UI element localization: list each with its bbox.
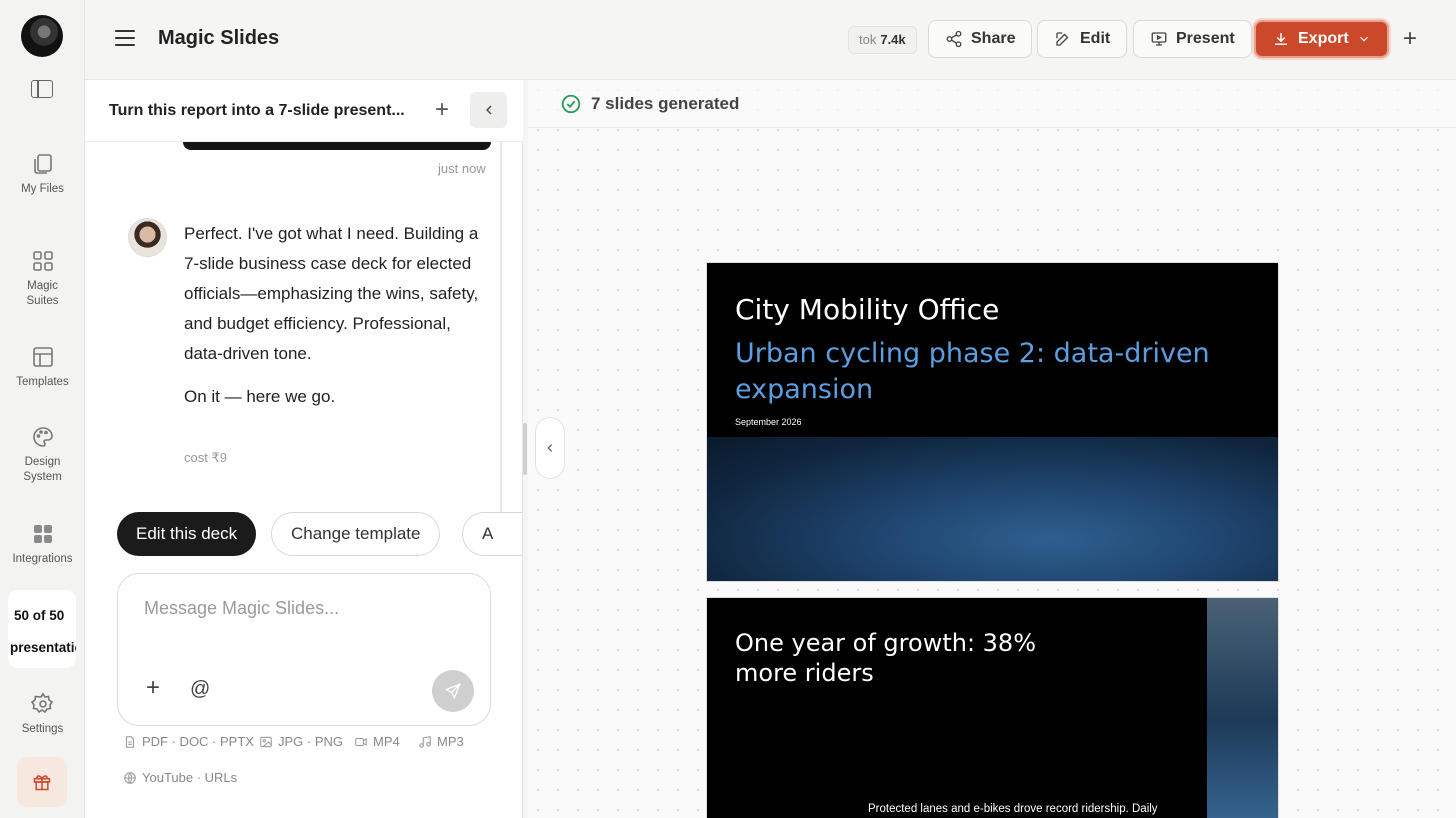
present-icon: [1151, 32, 1167, 46]
sidebar-item-label: Settings: [21, 723, 64, 735]
present-button[interactable]: Present: [1133, 20, 1252, 58]
globe-icon: [124, 771, 136, 784]
download-icon: [1275, 33, 1287, 45]
token-value: 7.4k: [880, 32, 906, 47]
sidebar-item-settings[interactable]: Settings: [0, 692, 85, 737]
edit-icon: [1056, 32, 1069, 46]
integrations-icon: [33, 525, 52, 543]
sidebar-item-label: My Files: [21, 183, 64, 195]
file-type-label: PDF · DOC · PPTX: [142, 734, 254, 749]
sidebar-item-label: Design System: [23, 456, 62, 483]
share-icon: [946, 30, 962, 48]
gift-button[interactable]: [17, 757, 67, 807]
token-badge: tok 7.4k: [848, 26, 917, 54]
user-avatar[interactable]: [21, 15, 63, 57]
sidebar-item-templates[interactable]: Templates: [0, 345, 85, 390]
send-icon: [444, 683, 461, 700]
sidebar-item-magic-suites[interactable]: Magic Suites: [0, 249, 85, 309]
send-button[interactable]: [432, 670, 474, 712]
document-icon: [125, 735, 135, 748]
palette-icon: [32, 427, 53, 447]
slide-body-text: Protected lanes and e-bikes drove record…: [868, 803, 1158, 815]
file-type-audio: MP3: [418, 734, 464, 749]
quota-label: presentations: [10, 640, 76, 655]
edit-button[interactable]: Edit: [1037, 20, 1128, 58]
slide-cover-image: [707, 437, 1278, 581]
files-icon: [33, 154, 52, 174]
gear-icon: [30, 692, 53, 714]
assistant-avatar: [128, 218, 167, 257]
slides-canvas: 7 slides generated City Mobility Office …: [523, 80, 1456, 818]
check-circle-icon: [561, 94, 581, 114]
message-cost: cost ₹9: [184, 450, 227, 465]
slide-org-name: City Mobility Office: [735, 293, 1000, 326]
assistant-message: Perfect. I've got what I need. Building …: [184, 224, 479, 363]
new-chat-icon[interactable]: +: [435, 96, 449, 124]
music-icon: [419, 735, 431, 748]
file-type-docs: PDF · DOC · PPTX: [123, 734, 254, 749]
video-icon: [355, 737, 367, 746]
chevron-left-icon: [485, 105, 491, 115]
slide-title: One year of growth: 38% more riders: [735, 629, 1036, 687]
app-title: Magic Slides: [158, 27, 280, 49]
message-composer: + @: [117, 573, 491, 726]
message-timestamp: just now: [438, 161, 486, 176]
file-type-video: MP4: [354, 734, 400, 749]
menu-icon[interactable]: [115, 30, 135, 46]
sidebar-item-integrations[interactable]: Integrations: [0, 522, 85, 567]
sidebar-toggle-icon[interactable]: [31, 80, 53, 98]
chat-header: Turn this report into a 7-slide present.…: [85, 80, 523, 142]
file-type-label: MP4: [373, 734, 400, 749]
assistant-message-followup: On it — here we go.: [184, 387, 336, 406]
panel-resize-handle[interactable]: [523, 423, 527, 475]
slide-side-image: [1207, 598, 1278, 818]
gift-icon: [33, 775, 51, 791]
chevron-down-icon: [1359, 36, 1368, 42]
slide-thumbnail-2[interactable]: One year of growth: 38% more riders Prot…: [706, 597, 1279, 818]
sidebar-item-label: Magic Suites: [26, 280, 59, 307]
present-label: Present: [1176, 30, 1235, 47]
grid-icon: [32, 251, 53, 271]
collapse-chat-button[interactable]: [470, 92, 507, 128]
sidebar-item-label: Integrations: [12, 553, 73, 565]
sidebar-item-my-files[interactable]: My Files: [0, 152, 85, 197]
message-input[interactable]: [144, 598, 464, 619]
file-type-label: JPG · PNG: [278, 734, 344, 749]
edit-label: Edit: [1080, 30, 1111, 47]
attach-icon[interactable]: +: [146, 676, 160, 700]
share-label: Share: [971, 30, 1016, 47]
change-template-chip[interactable]: Change template: [271, 512, 441, 556]
export-button[interactable]: Export: [1254, 20, 1389, 58]
presentation-quota: 50 of 50 presentations: [8, 590, 76, 668]
file-type-links: YouTube · URLs: [123, 770, 237, 785]
generation-status: 7 slides generated: [591, 94, 740, 113]
slide-date: September 2026: [735, 417, 802, 427]
share-button[interactable]: Share: [928, 20, 1033, 58]
export-label: Export: [1298, 30, 1349, 47]
token-label: tok: [859, 32, 877, 47]
slide-title: Urban cycling phase 2: data-driven expan…: [735, 338, 1210, 405]
file-type-label: YouTube · URLs: [142, 770, 238, 785]
chat-panel: just now Perfect. I've got what I need. …: [85, 80, 523, 818]
image-icon: [260, 736, 272, 747]
slide-thumbnail-1[interactable]: City Mobility Office Urban cycling phase…: [706, 262, 1279, 582]
chat-title: Turn this report into a 7-slide present.…: [109, 102, 405, 119]
left-rail: My Files Magic Suites Templates Design S…: [0, 0, 85, 818]
top-bar: Magic Slides tok 7.4k Share Edit Present …: [85, 0, 1456, 80]
file-type-label: MP3: [437, 734, 464, 749]
quota-count: 50 of 50: [14, 608, 65, 623]
more-suggestion-chip[interactable]: A: [462, 512, 522, 556]
file-type-images: JPG · PNG: [259, 734, 343, 749]
expand-panel-button[interactable]: [535, 417, 565, 479]
add-icon[interactable]: +: [1403, 27, 1417, 51]
sidebar-item-label: Templates: [16, 376, 69, 388]
chat-scrollbar[interactable]: [500, 142, 502, 512]
previous-message-bubble: [183, 142, 491, 150]
mention-icon[interactable]: @: [190, 678, 210, 701]
chevron-left-icon: [547, 444, 553, 452]
sidebar-item-design-system[interactable]: Design System: [0, 425, 85, 485]
edit-deck-chip[interactable]: Edit this deck: [117, 512, 257, 556]
generation-status-bar: 7 slides generated: [528, 80, 1456, 128]
templates-icon: [32, 347, 53, 367]
